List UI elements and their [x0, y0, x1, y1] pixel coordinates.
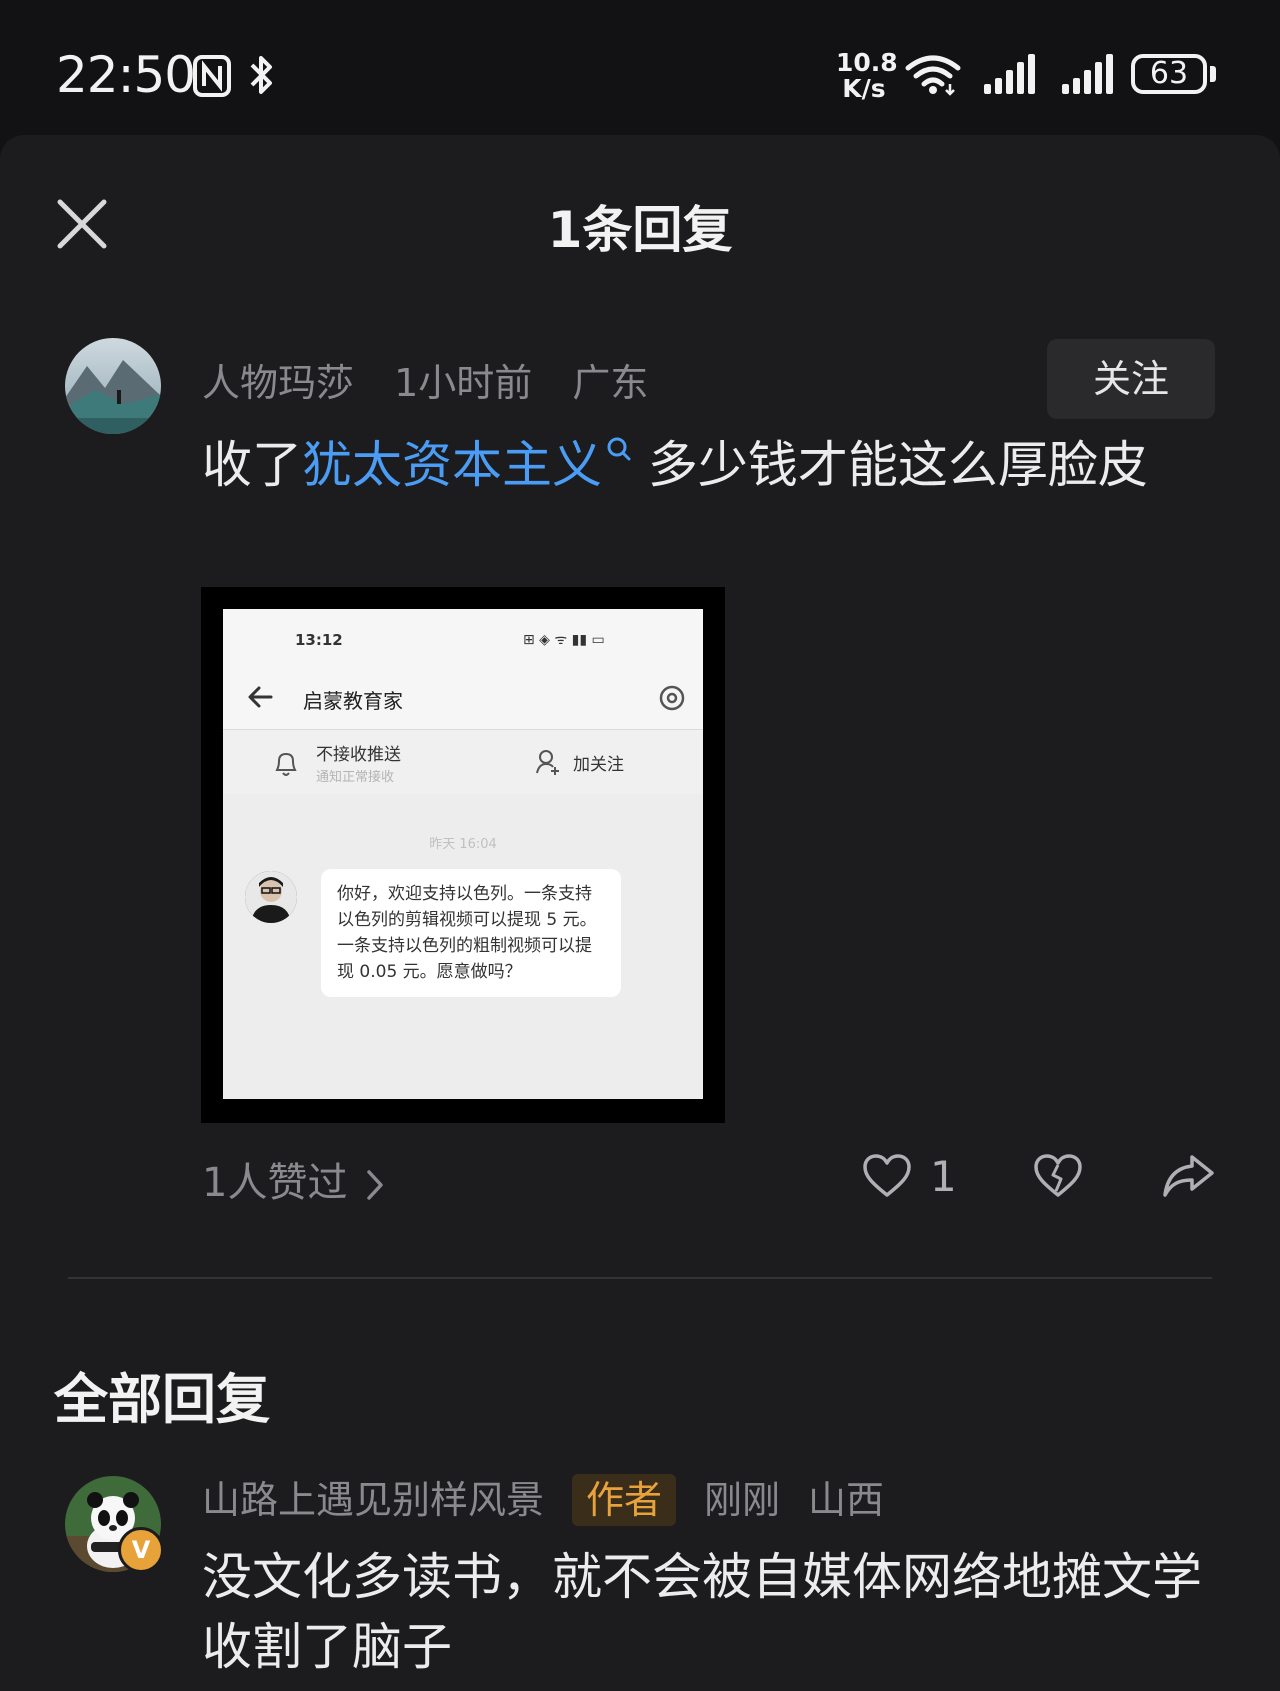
reply-time: 刚刚	[704, 1478, 781, 1522]
embedded-notify-sub: 通知正常接收	[316, 770, 395, 785]
all-replies-title: 全部回复	[54, 1368, 270, 1431]
bluetooth-icon	[250, 56, 272, 94]
battery-icon: 63	[1131, 54, 1207, 94]
embedded-status-icons: ⊞ ◈ ᯤ ▮▮ ▭	[523, 632, 605, 648]
nfc-icon	[193, 55, 231, 97]
battery-tip	[1210, 66, 1216, 82]
embedded-status-bar: 13:12 ⊞ ◈ ᯤ ▮▮ ▭	[223, 609, 703, 667]
comment-meta: 人物玛莎 1小时前 广东	[202, 352, 676, 407]
comment-text: 收了犹太资本主义 多少钱才能这么厚脸皮	[202, 430, 1202, 500]
embedded-follow: 加关注	[573, 755, 624, 775]
dislike-heart-icon[interactable]	[1033, 1153, 1083, 1199]
reply-meta: 山路上遇见别样风景 作者 刚刚 山西	[202, 1474, 912, 1526]
comment-text-after: 多少钱才能这么厚脸皮	[632, 436, 1148, 494]
search-link-text: 犹太资本主义	[302, 436, 602, 494]
author-badge: 作者	[572, 1474, 677, 1526]
embedded-actions: 不接收推送 通知正常接收 加关注	[223, 730, 703, 794]
embedded-title: 启蒙教育家	[303, 689, 403, 713]
comment-text-before: 收了	[202, 436, 302, 494]
embedded-time: 13:12	[295, 631, 343, 649]
reply-username[interactable]: 山路上遇见别样风景	[202, 1478, 544, 1522]
bell-icon	[275, 752, 297, 776]
follow-button[interactable]: 关注	[1047, 339, 1215, 419]
heart-icon[interactable]	[862, 1153, 912, 1199]
embedded-screenshot: 13:12 ⊞ ◈ ᯤ ▮▮ ▭ 启蒙教育家 不接收推送 通知正常接收 加关注 …	[223, 609, 703, 1099]
share-icon[interactable]	[1162, 1153, 1216, 1199]
avatar[interactable]	[65, 338, 161, 434]
like-count: 1	[930, 1152, 957, 1201]
status-time: 22:50	[56, 46, 196, 104]
embedded-message-bubble: 你好，欢迎支持以色列。一条支持以色列的剪辑视频可以提现 5 元。一条支持以色列的…	[321, 869, 621, 997]
network-speed: 10.8 K/s	[836, 48, 898, 103]
embedded-notify-label: 不接收推送	[316, 745, 401, 765]
chevron-right-icon	[367, 1170, 384, 1200]
reply-text: 没文化多读书，就不会被自媒体网络地摊文学收割了脑子	[202, 1548, 1202, 1676]
verified-badge: V	[118, 1527, 164, 1573]
embedded-chat-time: 昨天 16:04	[429, 837, 497, 852]
add-user-icon	[536, 750, 559, 775]
comment-image[interactable]: 13:12 ⊞ ◈ ᯤ ▮▮ ▭ 启蒙教育家 不接收推送 通知正常接收 加关注 …	[201, 587, 725, 1123]
status-bar: 22:50 10.8 K/s 63	[0, 0, 1280, 135]
comment-time: 1小时前	[394, 361, 533, 405]
signal-icon	[984, 54, 1035, 94]
likers-text: 1人赞过	[202, 1160, 348, 1206]
settings-icon	[659, 685, 685, 711]
avatar-image	[65, 338, 161, 434]
likers-link[interactable]: 1人赞过	[202, 1150, 385, 1208]
comment-username[interactable]: 人物玛莎	[202, 361, 354, 405]
search-link[interactable]: 犹太资本主义	[302, 436, 632, 494]
divider	[68, 1277, 1212, 1279]
reply-location: 山西	[808, 1478, 885, 1522]
battery-level: 63	[1149, 56, 1189, 91]
embedded-header: 启蒙教育家	[223, 667, 703, 730]
search-icon	[607, 437, 631, 461]
signal-icon-2	[1062, 54, 1113, 94]
wifi-icon	[905, 55, 961, 96]
comment-location: 广东	[572, 361, 649, 405]
sheet-title: 1条回复	[547, 201, 733, 259]
back-arrow-icon	[248, 686, 273, 708]
embedded-avatar	[245, 871, 297, 923]
